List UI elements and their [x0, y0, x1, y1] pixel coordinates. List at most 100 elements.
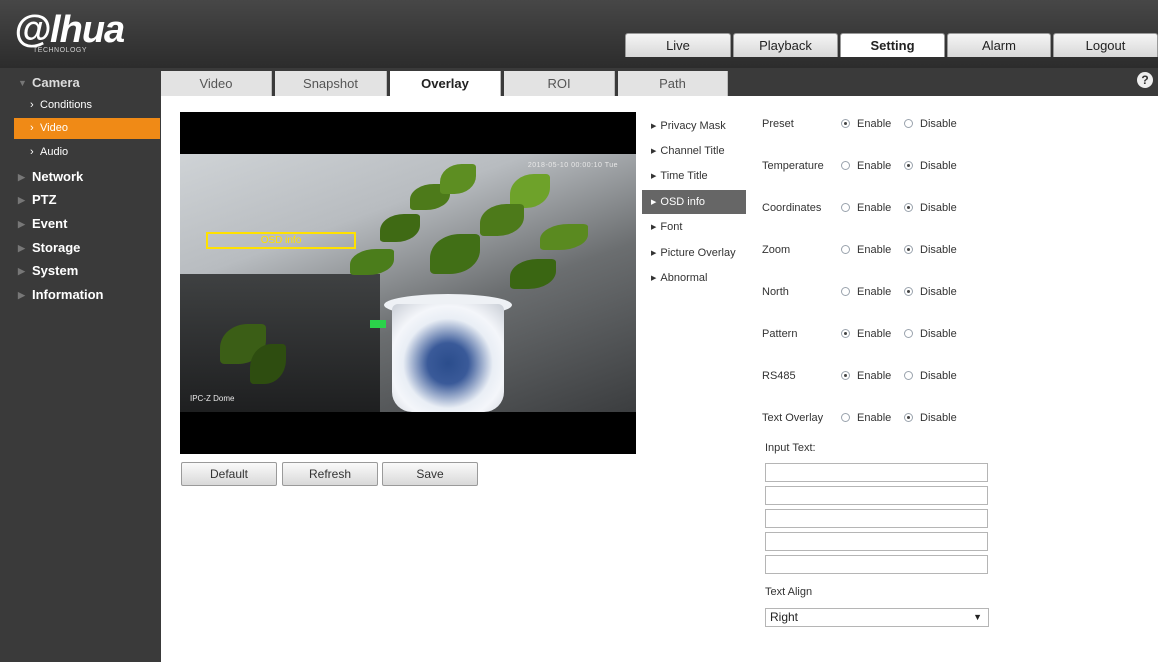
setting-label: Zoom: [762, 244, 791, 256]
triangle-right-icon: ▶: [651, 250, 657, 257]
triangle-right-icon: ▶: [651, 275, 657, 282]
brand-logo-subtitle: TECHNOLOGY: [33, 47, 88, 54]
sidebar-subitem-audio[interactable]: › Audio: [14, 142, 160, 163]
setting-label: RS485: [762, 370, 796, 382]
tab-roi[interactable]: ROI: [504, 71, 615, 96]
overlay-menu-osd-info[interactable]: ▶ OSD info: [642, 190, 746, 214]
nav-tab-setting[interactable]: Setting: [840, 33, 945, 57]
chevron-right-icon: ›: [30, 122, 34, 134]
input-text-label: Input Text:: [765, 442, 816, 454]
sidebar-item-network[interactable]: ▶ Network: [0, 166, 161, 188]
triangle-right-icon: ▶: [651, 173, 657, 180]
triangle-right-icon: ▶: [651, 199, 657, 206]
osd-time-title[interactable]: 2018-05-10 00:00:10 Tue: [528, 162, 618, 169]
refresh-button[interactable]: Refresh: [282, 462, 378, 486]
text-align-label: Text Align: [765, 586, 813, 598]
input-text-field-5[interactable]: [765, 555, 988, 574]
setting-label: North: [762, 286, 789, 298]
enable-label: Enable: [857, 118, 892, 130]
setting-label: Preset: [762, 118, 794, 130]
exit-sign: [370, 320, 386, 328]
input-text-field-1[interactable]: [765, 463, 988, 482]
overlay-menu-font[interactable]: ▶ Font: [642, 215, 746, 239]
collapsed-triangle-icon: ▶: [18, 243, 25, 253]
sidebar-item-camera[interactable]: ▼ Camera: [0, 72, 161, 94]
temperature-enable-radio[interactable]: [841, 161, 850, 170]
header-bar: @lhua TECHNOLOGY Live Playback Setting A…: [0, 0, 1158, 68]
brand-logo: @lhua: [14, 9, 125, 51]
overlay-menu-time-title[interactable]: ▶ Time Title: [642, 164, 746, 188]
tab-path[interactable]: Path: [618, 71, 728, 96]
pattern-disable-radio[interactable]: [904, 329, 913, 338]
preset-disable-radio[interactable]: [904, 119, 913, 128]
help-icon[interactable]: ?: [1137, 72, 1153, 88]
sidebar-item-system[interactable]: ▶ System: [0, 260, 161, 282]
osd-info-box[interactable]: OSD info: [206, 232, 356, 249]
overlay-menu-privacy-mask[interactable]: ▶ Privacy Mask: [642, 114, 746, 138]
expanded-triangle-icon: ▼: [18, 78, 27, 88]
setting-label: Temperature: [762, 160, 824, 172]
enable-label: Enable: [857, 160, 892, 172]
triangle-right-icon: ▶: [651, 224, 657, 231]
rs485-enable-radio[interactable]: [841, 371, 850, 380]
video-preview[interactable]: OSD info 2018-05-10 00:00:10 Tue IPC-Z D…: [180, 112, 636, 454]
enable-label: Enable: [857, 244, 892, 256]
overlay-menu-channel-title[interactable]: ▶ Channel Title: [642, 139, 746, 163]
input-text-field-3[interactable]: [765, 509, 988, 528]
north-enable-radio[interactable]: [841, 287, 850, 296]
collapsed-triangle-icon: ▶: [18, 266, 25, 276]
coordinates-enable-radio[interactable]: [841, 203, 850, 212]
nav-tab-logout[interactable]: Logout: [1053, 33, 1158, 57]
disable-label: Disable: [920, 160, 957, 172]
sub-tab-bar: Video Snapshot Overlay ROI Path ?: [161, 68, 1158, 96]
osd-channel-title[interactable]: IPC-Z Dome: [190, 394, 234, 403]
sidebar-item-information[interactable]: ▶ Information: [0, 284, 161, 306]
rs485-disable-radio[interactable]: [904, 371, 913, 380]
default-button[interactable]: Default: [181, 462, 277, 486]
sidebar: ▼ Camera › Conditions › Video › Audio ▶ …: [0, 68, 161, 662]
enable-label: Enable: [857, 370, 892, 382]
disable-label: Disable: [920, 370, 957, 382]
overlay-menu-abnormal[interactable]: ▶ Abnormal: [642, 266, 746, 290]
coordinates-disable-radio[interactable]: [904, 203, 913, 212]
tab-video[interactable]: Video: [161, 71, 272, 96]
input-text-field-4[interactable]: [765, 532, 988, 551]
chevron-right-icon: ›: [30, 146, 34, 158]
setting-label: Text Overlay: [762, 412, 824, 424]
enable-label: Enable: [857, 286, 892, 298]
input-text-field-2[interactable]: [765, 486, 988, 505]
collapsed-triangle-icon: ▶: [18, 195, 25, 205]
zoom-disable-radio[interactable]: [904, 245, 913, 254]
text-overlay-disable-radio[interactable]: [904, 413, 913, 422]
triangle-right-icon: ▶: [651, 123, 657, 130]
nav-tab-alarm[interactable]: Alarm: [947, 33, 1051, 57]
sidebar-item-storage[interactable]: ▶ Storage: [0, 237, 161, 259]
pattern-enable-radio[interactable]: [841, 329, 850, 338]
enable-label: Enable: [857, 202, 892, 214]
vase-image: [392, 304, 504, 412]
north-disable-radio[interactable]: [904, 287, 913, 296]
sidebar-subitem-conditions[interactable]: › Conditions: [14, 95, 160, 116]
disable-label: Disable: [920, 244, 957, 256]
text-align-select[interactable]: Right ▼: [765, 608, 989, 627]
disable-label: Disable: [920, 202, 957, 214]
sidebar-subitem-video[interactable]: › Video: [14, 118, 160, 139]
chevron-right-icon: ›: [30, 99, 34, 111]
preset-enable-radio[interactable]: [841, 119, 850, 128]
tab-overlay[interactable]: Overlay: [390, 71, 501, 96]
temperature-disable-radio[interactable]: [904, 161, 913, 170]
zoom-enable-radio[interactable]: [841, 245, 850, 254]
disable-label: Disable: [920, 328, 957, 340]
setting-label: Coordinates: [762, 202, 822, 214]
tab-snapshot[interactable]: Snapshot: [275, 71, 387, 96]
disable-label: Disable: [920, 118, 957, 130]
setting-label: Pattern: [762, 328, 798, 340]
sidebar-item-ptz[interactable]: ▶ PTZ: [0, 189, 161, 211]
text-overlay-enable-radio[interactable]: [841, 413, 850, 422]
nav-tab-live[interactable]: Live: [625, 33, 731, 57]
overlay-menu-picture-overlay[interactable]: ▶ Picture Overlay: [642, 241, 746, 265]
nav-tab-playback[interactable]: Playback: [733, 33, 838, 57]
save-button[interactable]: Save: [382, 462, 478, 486]
disable-label: Disable: [920, 412, 957, 424]
sidebar-item-event[interactable]: ▶ Event: [0, 213, 161, 235]
